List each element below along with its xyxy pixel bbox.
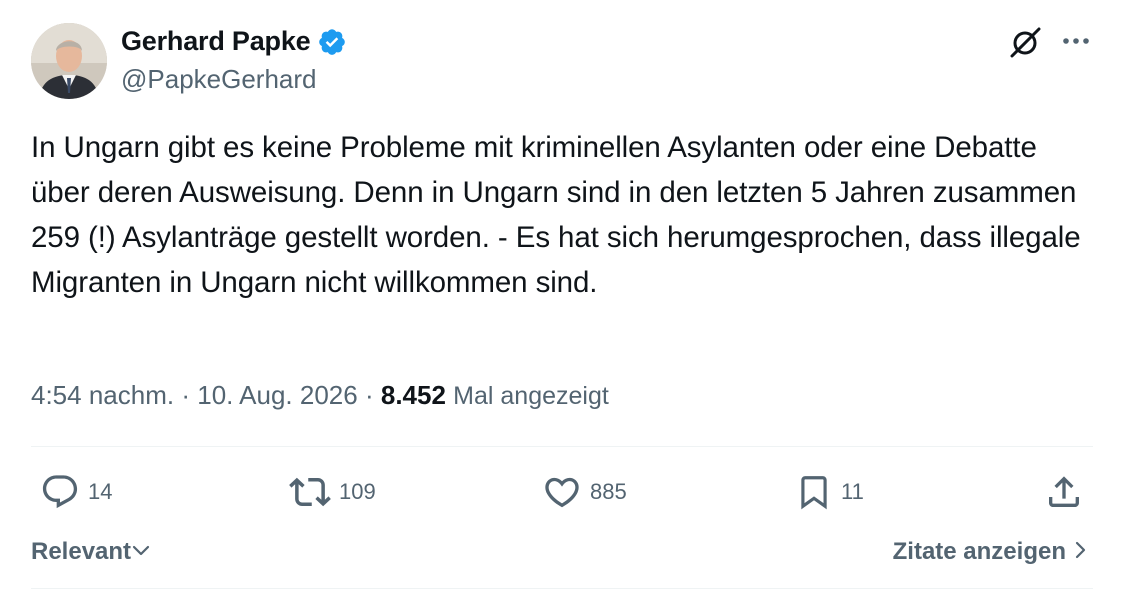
divider	[31, 588, 1093, 589]
share-button[interactable]	[1044, 470, 1084, 514]
sort-relevant-button[interactable]: Relevant	[31, 536, 151, 567]
tweet-time[interactable]: 4:54 nachm.	[31, 380, 174, 410]
sort-label[interactable]: Relevant	[31, 538, 131, 566]
avatar[interactable]	[31, 23, 107, 99]
author-handle[interactable]: @PapkeGerhard	[121, 64, 317, 95]
grok-icon[interactable]	[1006, 23, 1044, 61]
bookmark-count: 11	[841, 479, 864, 504]
verified-badge-icon[interactable]	[317, 27, 347, 57]
views-label: Mal angezeigt	[453, 382, 609, 410]
heart-icon[interactable]	[542, 472, 582, 512]
chevron-right-icon[interactable]	[1066, 536, 1090, 568]
author-name-text[interactable]: Gerhard Papke	[121, 26, 311, 57]
like-button[interactable]: 885	[542, 470, 627, 514]
quotes-link[interactable]: Zitate anzeigen	[893, 536, 1090, 568]
more-dots-icon[interactable]	[1058, 26, 1094, 56]
meta-separator: ·	[364, 380, 374, 410]
reply-count: 14	[88, 479, 113, 504]
divider	[31, 446, 1093, 447]
chevron-down-icon[interactable]	[131, 536, 151, 567]
tweet-date[interactable]: 10. Aug. 2026	[197, 380, 357, 410]
author-name[interactable]: Gerhard Papke	[121, 26, 347, 57]
repost-count: 109	[339, 479, 376, 504]
share-icon[interactable]	[1044, 472, 1084, 512]
reply-icon[interactable]	[40, 472, 80, 512]
tweet-text: In Ungarn gibt es keine Probleme mit kri…	[31, 131, 1081, 299]
repost-button[interactable]: 109	[289, 470, 376, 514]
tweet-meta: 4:54 nachm. · 10. Aug. 2026 · 8.452 Mal …	[31, 380, 609, 411]
meta-separator: ·	[181, 380, 190, 410]
bookmark-button[interactable]: 11	[795, 470, 864, 514]
reply-button[interactable]: 14	[40, 470, 112, 514]
quotes-label[interactable]: Zitate anzeigen	[893, 538, 1066, 566]
repost-icon[interactable]	[289, 471, 331, 513]
views-count: 8.452	[380, 380, 446, 410]
bookmark-icon[interactable]	[795, 472, 833, 512]
like-count: 885	[590, 479, 627, 504]
